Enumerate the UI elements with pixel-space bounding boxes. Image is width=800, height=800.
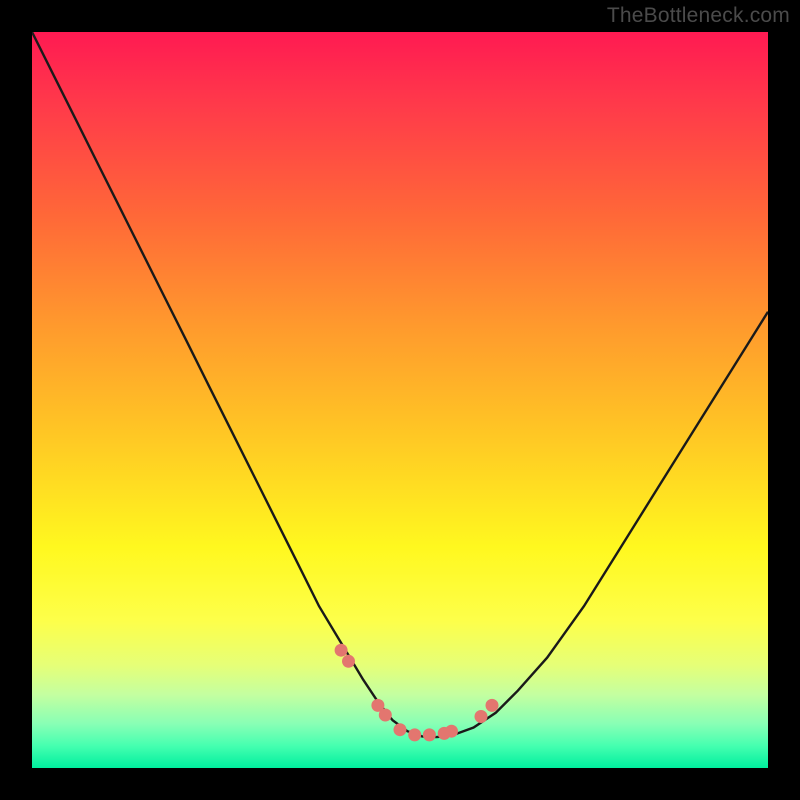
data-marker <box>394 723 407 736</box>
chart-frame: TheBottleneck.com <box>0 0 800 800</box>
data-marker <box>445 725 458 738</box>
data-marker <box>342 655 355 668</box>
data-marker <box>475 710 488 723</box>
bottleneck-curve <box>32 32 768 768</box>
plot-area <box>32 32 768 768</box>
data-marker <box>486 699 499 712</box>
data-marker <box>335 644 348 657</box>
data-marker <box>423 728 436 741</box>
watermark-text: TheBottleneck.com <box>607 4 790 28</box>
data-marker <box>379 709 392 722</box>
data-marker <box>408 728 421 741</box>
